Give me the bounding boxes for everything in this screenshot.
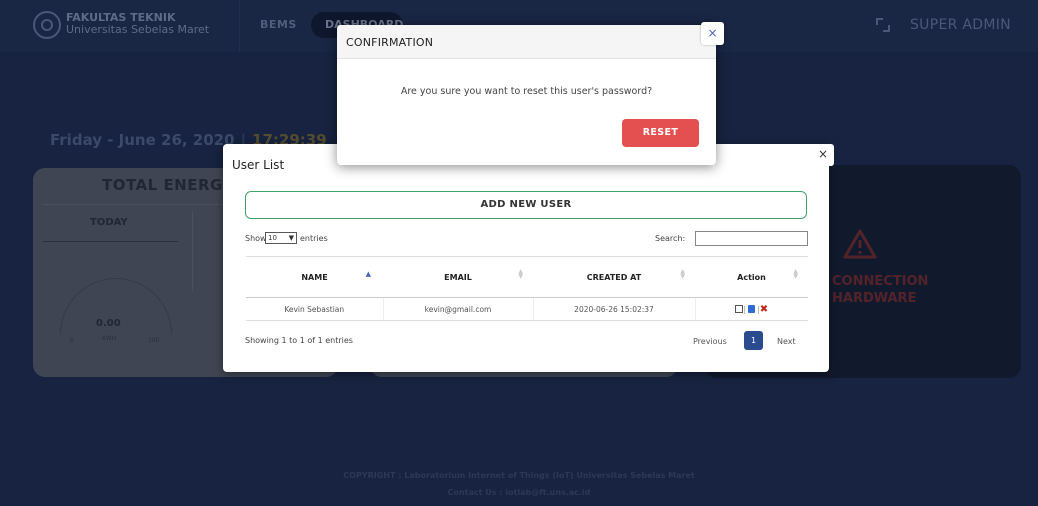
sort-icon: ▲ ▼: [680, 268, 685, 280]
reset-button[interactable]: RESET: [622, 119, 699, 147]
table-info: Showing 1 to 1 of 1 entries: [245, 336, 353, 345]
lock-icon[interactable]: [748, 305, 756, 313]
column-header-created-at-label: CREATED AT: [586, 272, 642, 282]
column-header-name[interactable]: NAME ▲: [246, 256, 383, 298]
pagination-previous[interactable]: Previous: [693, 337, 727, 346]
delete-icon[interactable]: ✖: [760, 304, 768, 315]
cell-name: Kevin Sebastian: [246, 297, 384, 321]
pagination-page-1[interactable]: 1: [744, 331, 763, 350]
user-list-title: User List: [232, 158, 285, 172]
user-list-modal: User List ADD NEW USER Show 10 ▼ entries …: [223, 144, 829, 372]
confirmation-dialog: CONFIRMATION Are you sure you want to re…: [337, 25, 716, 165]
column-header-created-at[interactable]: CREATED AT ▲ ▼: [533, 256, 695, 298]
cell-email: kevin@gmail.com: [383, 297, 534, 321]
column-header-name-label: NAME: [301, 272, 328, 282]
show-label: Show: [245, 234, 267, 243]
table-header-row: NAME ▲ EMAIL ▲ ▼ CREATED AT ▲ ▼ Action ▲ ▼: [246, 256, 808, 298]
sort-asc-icon: ▲: [365, 270, 371, 278]
table-row: Kevin Sebastian kevin@gmail.com 2020-06-…: [246, 297, 808, 321]
confirmation-header: CONFIRMATION: [337, 25, 716, 59]
search-label: Search:: [655, 234, 686, 243]
column-header-email-label: EMAIL: [444, 272, 472, 282]
search-input[interactable]: [695, 231, 808, 246]
chevron-down-icon: ▼: [288, 234, 294, 242]
user-list-close-button[interactable]: ×: [812, 144, 834, 166]
pagination-next[interactable]: Next: [777, 337, 796, 346]
sort-icon: ▲ ▼: [793, 268, 798, 280]
add-new-user-button[interactable]: ADD NEW USER: [245, 191, 807, 219]
close-icon: ×: [707, 26, 718, 40]
entries-select-value: 10: [268, 234, 277, 242]
cell-created-at: 2020-06-26 15:02:37: [533, 297, 696, 321]
confirmation-title: CONFIRMATION: [346, 36, 434, 49]
user-table: NAME ▲ EMAIL ▲ ▼ CREATED AT ▲ ▼ Action ▲ ▼ Kevi…: [246, 256, 808, 321]
column-header-action-label: Action: [737, 272, 766, 282]
entries-select[interactable]: 10 ▼: [265, 232, 297, 244]
column-header-email[interactable]: EMAIL ▲ ▼: [383, 256, 533, 298]
entries-label: entries: [300, 234, 328, 243]
sort-icon: ▲ ▼: [518, 268, 523, 280]
column-header-action[interactable]: Action ▲ ▼: [695, 256, 808, 298]
confirmation-close-button[interactable]: ×: [701, 22, 724, 45]
cell-actions: | |✖: [695, 297, 808, 321]
action-divider: |: [743, 304, 747, 314]
close-icon: ×: [817, 147, 829, 161]
confirmation-message: Are you sure you want to reset this user…: [400, 86, 653, 97]
